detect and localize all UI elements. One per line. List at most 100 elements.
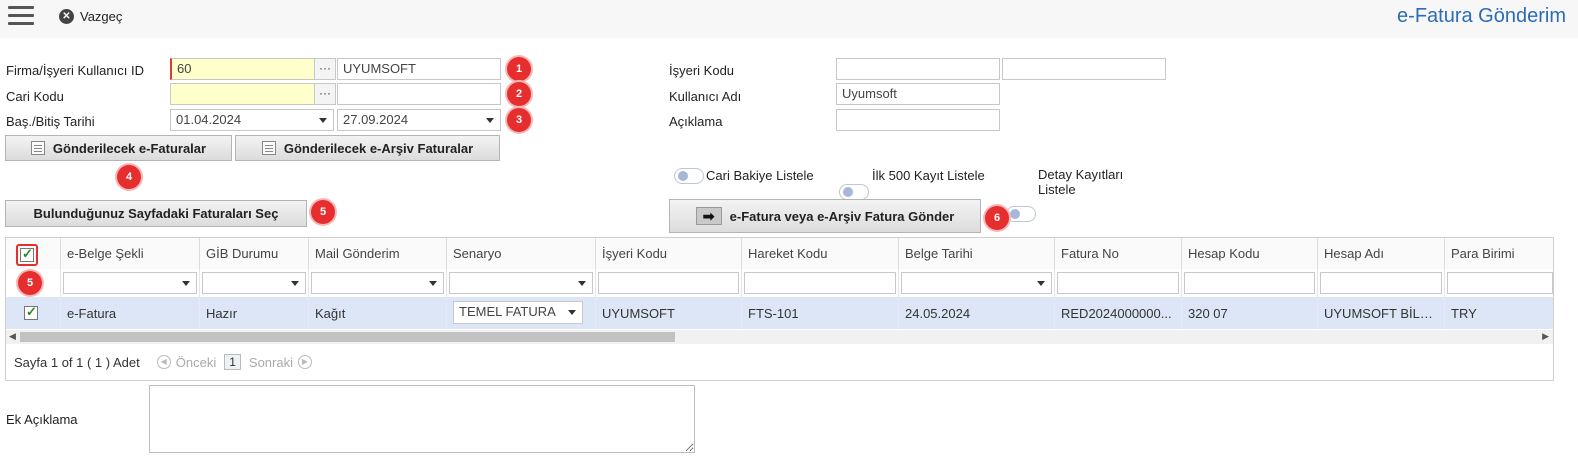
step-badge-5b: 5 <box>18 271 42 295</box>
prev-icon: ◀ <box>156 355 171 369</box>
column-header[interactable]: Belge Tarihi <box>899 238 1055 269</box>
scroll-right-icon[interactable]: ▶ <box>1542 331 1549 342</box>
firma-label: Firma/İşyeri Kullanıcı ID <box>6 63 144 78</box>
isyeri-code-input[interactable] <box>836 58 1000 80</box>
filter-dropdown[interactable] <box>202 272 306 294</box>
filter-cell <box>899 269 1055 297</box>
step-badge-5: 5 <box>311 200 335 224</box>
filter-cell <box>309 269 447 297</box>
cari-lookup-button[interactable]: ··· <box>314 83 336 105</box>
chevron-down-icon <box>578 281 586 286</box>
step-badge-3: 3 <box>507 108 531 132</box>
efatura-list-button[interactable]: Gönderilecek e-Faturalar <box>5 135 232 161</box>
table-cell: e-Fatura <box>61 297 200 329</box>
column-header[interactable]: İşyeri Kodu <box>596 238 742 269</box>
filter-cell <box>61 269 200 297</box>
ek-aciklama-label: Ek Açıklama <box>6 412 78 427</box>
filter-input[interactable] <box>1057 272 1179 294</box>
senaryo-value: TEMEL FATURA <box>459 304 556 319</box>
step-badge-6: 6 <box>985 206 1009 230</box>
filter-input[interactable] <box>598 272 739 294</box>
send-invoice-button[interactable]: ➡ e-Fatura veya e-Arşiv Fatura Gönder <box>669 199 981 233</box>
list-icon <box>261 141 276 155</box>
chevron-down-icon <box>486 118 494 123</box>
select-page-invoices-button[interactable]: Bulunduğunuz Sayfadaki Faturaları Seç <box>5 200 307 227</box>
cancel-button[interactable]: ✕ Vazgeç <box>59 7 122 25</box>
isyeri-name-field[interactable] <box>1002 58 1166 80</box>
cari-name-field[interactable] <box>337 83 501 105</box>
next-icon: ▶ <box>297 355 312 369</box>
filter-input[interactable] <box>1447 272 1553 294</box>
column-header[interactable]: Hareket Kodu <box>742 238 899 269</box>
row-checkbox[interactable] <box>24 304 38 320</box>
column-header[interactable]: Hesap Kodu <box>1182 238 1318 269</box>
filter-cell <box>1055 269 1182 297</box>
filter-cell <box>596 269 742 297</box>
next-page-button[interactable]: Sonraki ▶ <box>249 355 317 370</box>
select-all-header <box>6 238 61 269</box>
column-header[interactable]: Mail Gönderim <box>309 238 447 269</box>
cari-bakiye-toggle[interactable] <box>674 168 704 184</box>
senaryo-cell: TEMEL FATURA <box>447 297 596 329</box>
scroll-left-icon[interactable]: ◀ <box>9 331 16 342</box>
column-header[interactable]: Hesap Adı <box>1318 238 1445 269</box>
end-date-value: 27.09.2024 <box>343 112 409 127</box>
table-cell: 24.05.2024 <box>899 297 1055 329</box>
filter-dropdown[interactable] <box>311 272 444 294</box>
filter-cell <box>1318 269 1445 297</box>
hamburger-menu-icon[interactable] <box>8 6 34 26</box>
filter-input[interactable] <box>1320 272 1442 294</box>
detay-toggle[interactable] <box>1006 206 1036 222</box>
page-number[interactable]: 1 <box>224 354 241 370</box>
select-all-checkbox[interactable] <box>20 246 34 262</box>
firma-lookup-button[interactable]: ··· <box>314 58 336 80</box>
horizontal-scrollbar[interactable]: ◀ ▶ <box>6 330 1553 344</box>
column-header[interactable]: Fatura No <box>1055 238 1182 269</box>
filter-input[interactable] <box>744 272 896 294</box>
filter-cell-select: 5 <box>6 269 61 297</box>
page-title: e-Fatura Gönderim <box>1397 5 1566 27</box>
filter-dropdown[interactable] <box>63 272 197 294</box>
ilk-500-label: İlk 500 Kayıt Listele <box>872 168 985 183</box>
next-label: Sonraki <box>248 354 293 370</box>
chevron-down-icon <box>319 118 327 123</box>
filter-cell <box>1445 269 1553 297</box>
filter-input[interactable] <box>1184 272 1315 294</box>
isyeri-label: İşyeri Kodu <box>669 63 735 78</box>
start-date-picker[interactable]: 01.04.2024 <box>170 109 334 131</box>
prev-page-button[interactable]: ◀ Önceki <box>152 355 216 370</box>
table-cell: UYUMSOFT BİLG... <box>1318 297 1445 329</box>
start-date-value: 01.04.2024 <box>176 112 242 127</box>
filter-dropdown[interactable] <box>901 272 1052 294</box>
send-invoice-label: e-Fatura veya e-Arşiv Fatura Gönder <box>729 208 955 224</box>
end-date-picker[interactable]: 27.09.2024 <box>337 109 501 131</box>
column-header[interactable]: Senaryo <box>447 238 596 269</box>
column-header[interactable]: Para Birimi <box>1445 238 1553 269</box>
step-badge-4: 4 <box>117 165 141 189</box>
ilk-500-toggle[interactable] <box>839 184 869 200</box>
pager-summary: Sayfa 1 of 1 ( 1 ) Adet <box>14 354 140 370</box>
table-cell: RED2024000000... <box>1055 297 1182 329</box>
cancel-label: Vazgeç <box>80 8 123 24</box>
column-header[interactable]: e-Belge Şekli <box>61 238 200 269</box>
scroll-thumb[interactable] <box>20 332 675 342</box>
tarih-label: Baş./Bitiş Tarihi <box>6 114 95 129</box>
firma-name-field[interactable]: UYUMSOFT <box>337 58 501 80</box>
firma-id-input[interactable]: 60 <box>170 58 316 80</box>
table-cell: TRY <box>1445 297 1553 329</box>
kullanici-input[interactable]: Uyumsoft <box>836 83 1000 105</box>
select-page-label: Bulunduğunuz Sayfadaki Faturaları Seç <box>33 206 279 221</box>
senaryo-dropdown[interactable]: TEMEL FATURA <box>453 301 583 324</box>
filter-dropdown[interactable] <box>449 272 593 294</box>
ek-aciklama-textarea[interactable] <box>149 385 695 453</box>
earsiv-list-button[interactable]: Gönderilecek e-Arşiv Faturalar <box>235 135 500 161</box>
table-cell: UYUMSOFT <box>596 297 742 329</box>
kullanici-label: Kullanıcı Adı <box>669 89 742 104</box>
cari-code-input[interactable] <box>170 83 316 105</box>
column-header[interactable]: GİB Durumu <box>200 238 309 269</box>
efatura-list-label: Gönderilecek e-Faturalar <box>52 140 207 156</box>
filter-cell <box>1182 269 1318 297</box>
aciklama-input[interactable] <box>836 109 1000 131</box>
chevron-down-icon <box>182 281 190 286</box>
invoice-grid: e-Belge Şekli GİB Durumu Mail Gönderim S… <box>5 237 1554 381</box>
